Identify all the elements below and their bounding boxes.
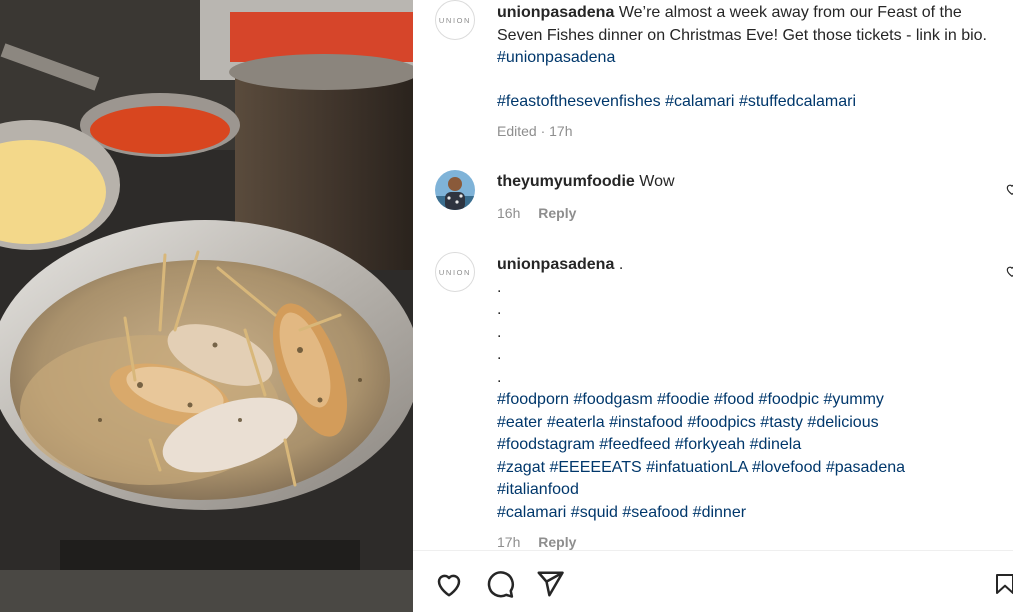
dot-line: . <box>497 278 502 296</box>
avatar-logo-text: UNION <box>438 267 472 277</box>
calamari-pan-photo <box>0 0 413 612</box>
profile-photo <box>435 170 475 210</box>
hashtag-line[interactable]: #eater #eaterla #instafood #foodpics #ta… <box>497 412 997 435</box>
caption-text: unionpasadena We’re almost a week away f… <box>497 2 1007 70</box>
heart-outline-icon[interactable] <box>1005 264 1013 278</box>
comment-username[interactable]: theyumyumfoodie <box>497 173 635 190</box>
reply-button[interactable]: Reply <box>538 205 576 221</box>
bookmark-icon[interactable] <box>993 569 1013 599</box>
dot-line: . <box>497 323 502 341</box>
avatar[interactable]: UNION <box>435 252 475 292</box>
reply-button[interactable]: Reply <box>538 534 576 550</box>
comment-icon[interactable] <box>485 569 515 599</box>
hashtag-line[interactable]: #italianfood <box>497 479 997 502</box>
avatar[interactable]: UNION <box>435 0 475 40</box>
comments-panel: UNION unionpasadena We’re almost a week … <box>413 0 1013 612</box>
comment-text: theyumyumfoodie Wow <box>497 171 675 194</box>
post-image[interactable] <box>0 0 413 612</box>
caption-meta: Edited · 17h <box>497 123 573 139</box>
dot-line: . <box>497 301 502 318</box>
hashtag-link[interactable]: #feastofthesevenfishes <box>497 93 661 110</box>
caption-inline-hashtag[interactable]: #unionpasadena <box>497 49 615 66</box>
dot-line: . <box>497 346 502 363</box>
comment-time: 16h <box>497 205 521 221</box>
caption-hashtags: #feastofthesevenfishes #calamari #stuffe… <box>497 91 856 114</box>
comment-meta: 17h Reply <box>497 534 576 550</box>
avatar-logo-text: UNION <box>438 15 472 25</box>
hashtag-link[interactable]: #stuffedcalamari <box>739 93 856 110</box>
comment-time: 17h <box>497 534 521 550</box>
comment-text: unionpasadena . . . . . . #foodporn #foo… <box>497 254 997 524</box>
comment-username[interactable]: unionpasadena <box>497 256 614 273</box>
hashtag-line[interactable]: #foodporn #foodgasm #foodie #food #foodp… <box>497 389 997 412</box>
comment-meta: 16h Reply <box>497 205 576 221</box>
dot-line: . <box>497 368 502 386</box>
hashtag-line[interactable]: #calamari #squid #seafood #dinner <box>497 502 997 525</box>
comment-body: Wow <box>639 173 675 190</box>
comment-body: . <box>618 256 624 273</box>
action-bar <box>413 550 1013 612</box>
share-icon[interactable] <box>535 569 565 599</box>
heart-icon[interactable] <box>434 569 464 599</box>
caption-username[interactable]: unionpasadena <box>497 4 614 21</box>
avatar[interactable] <box>435 170 475 210</box>
hashtag-line[interactable]: #zagat #EEEEEATS #infatuationLA #lovefoo… <box>497 457 997 480</box>
hashtag-link[interactable]: #calamari <box>665 93 734 110</box>
hashtag-line[interactable]: #foodstagram #feedfeed #forkyeah #dinela <box>497 434 997 457</box>
heart-outline-icon[interactable] <box>1005 182 1013 196</box>
